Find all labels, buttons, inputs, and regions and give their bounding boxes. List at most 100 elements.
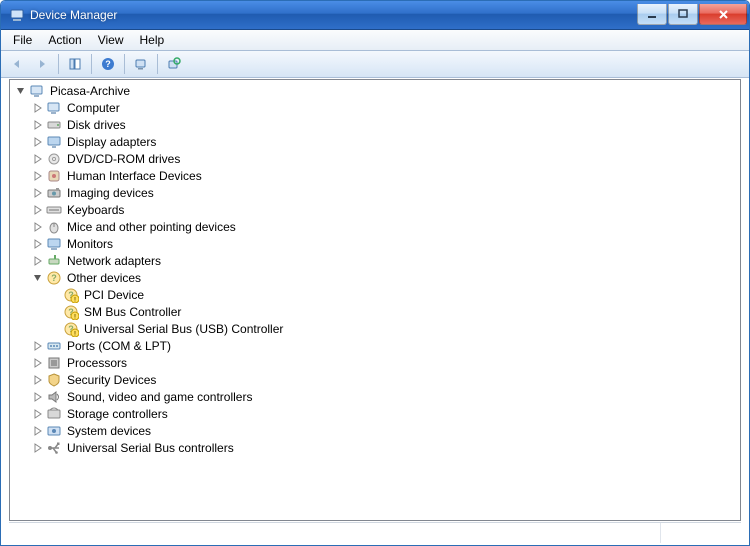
category-node[interactable]: Display adapters [31,133,740,150]
forward-button [30,52,54,76]
close-button[interactable] [699,4,747,25]
category-label: Other devices [65,271,143,285]
storage-icon [46,406,62,422]
usb-icon [46,440,62,456]
monitor-icon [46,236,62,252]
expand-icon[interactable] [31,186,45,200]
help-button[interactable]: ? [96,52,120,76]
category-node[interactable]: Storage controllers [31,405,740,422]
expand-icon[interactable] [31,169,45,183]
device-node[interactable]: PCI Device [48,286,740,303]
category-label: Imaging devices [65,186,156,200]
status-cell [9,523,661,543]
network-icon [46,253,62,269]
category-label: Sound, video and game controllers [65,390,254,404]
device-manager-window: Device Manager File Action View Help ? [0,0,750,546]
category-node[interactable]: Human Interface Devices [31,167,740,184]
sound-icon [46,389,62,405]
expand-icon[interactable] [31,441,45,455]
menu-view[interactable]: View [90,31,132,49]
cdrom-icon [46,151,62,167]
minimize-button[interactable] [637,4,667,25]
toolbar-separator [157,54,158,74]
category-node[interactable]: Imaging devices [31,184,740,201]
unknown-device-warning-icon [63,321,79,337]
toolbar: ? [1,51,749,78]
device-label: PCI Device [82,288,146,302]
device-label: SM Bus Controller [82,305,183,319]
imaging-icon [46,185,62,201]
expand-icon[interactable] [31,152,45,166]
category-node[interactable]: Monitors [31,235,740,252]
category-node[interactable]: Other devices [31,269,740,286]
expand-icon[interactable] [31,135,45,149]
expand-icon[interactable] [31,254,45,268]
category-label: Monitors [65,237,115,251]
expand-icon[interactable] [31,356,45,370]
maximize-button[interactable] [668,4,698,25]
device-tree[interactable]: Picasa-Archive Computer Disk drives Displa… [9,79,741,521]
category-node[interactable]: Ports (COM & LPT) [31,337,740,354]
category-node[interactable]: Sound, video and game controllers [31,388,740,405]
port-icon [46,338,62,354]
category-node[interactable]: System devices [31,422,740,439]
expand-icon[interactable] [31,373,45,387]
category-label: Display adapters [65,135,158,149]
collapse-icon[interactable] [31,271,45,285]
expand-icon[interactable] [31,237,45,251]
expand-icon[interactable] [31,407,45,421]
system-icon [46,423,62,439]
menu-help[interactable]: Help [132,31,173,49]
collapse-icon[interactable] [14,84,28,98]
category-label: Storage controllers [65,407,170,421]
category-label: Processors [65,356,129,370]
expand-icon[interactable] [31,118,45,132]
category-label: Security Devices [65,373,158,387]
app-icon [9,7,25,23]
category-node[interactable]: Mice and other pointing devices [31,218,740,235]
menu-action[interactable]: Action [40,31,89,49]
device-node[interactable]: Universal Serial Bus (USB) Controller [48,320,740,337]
category-node[interactable]: Security Devices [31,371,740,388]
toolbar-separator [124,54,125,74]
status-bar [9,522,741,543]
category-label: Network adapters [65,254,163,268]
category-label: Ports (COM & LPT) [65,339,173,353]
expand-icon[interactable] [31,390,45,404]
svg-text:?: ? [105,59,111,69]
show-hide-tree-button[interactable] [63,52,87,76]
expand-icon[interactable] [31,424,45,438]
unknown-device-warning-icon [63,287,79,303]
toolbar-separator [58,54,59,74]
scan-hardware-button[interactable] [129,52,153,76]
expand-icon[interactable] [31,101,45,115]
category-label: DVD/CD-ROM drives [65,152,182,166]
root-node[interactable]: Picasa-Archive [14,82,740,99]
title-bar: Device Manager [1,1,749,30]
hid-icon [46,168,62,184]
menu-file[interactable]: File [5,31,40,49]
category-label: Computer [65,101,122,115]
expand-icon[interactable] [31,339,45,353]
update-driver-button[interactable] [162,52,186,76]
category-node[interactable]: Keyboards [31,201,740,218]
category-node[interactable]: Universal Serial Bus controllers [31,439,740,456]
category-node[interactable]: Computer [31,99,740,116]
category-label: Disk drives [65,118,128,132]
unknown-device-warning-icon [63,304,79,320]
category-node[interactable]: Processors [31,354,740,371]
expand-icon[interactable] [31,203,45,217]
mouse-icon [46,219,62,235]
computer-icon [46,100,62,116]
menu-bar: File Action View Help [1,30,749,51]
device-node[interactable]: SM Bus Controller [48,303,740,320]
disk-icon [46,117,62,133]
category-node[interactable]: Network adapters [31,252,740,269]
keyboard-icon [46,202,62,218]
expand-icon[interactable] [31,220,45,234]
category-node[interactable]: DVD/CD-ROM drives [31,150,740,167]
computer-root-icon [29,83,45,99]
category-node[interactable]: Disk drives [31,116,740,133]
root-label: Picasa-Archive [48,84,132,98]
back-button [5,52,29,76]
